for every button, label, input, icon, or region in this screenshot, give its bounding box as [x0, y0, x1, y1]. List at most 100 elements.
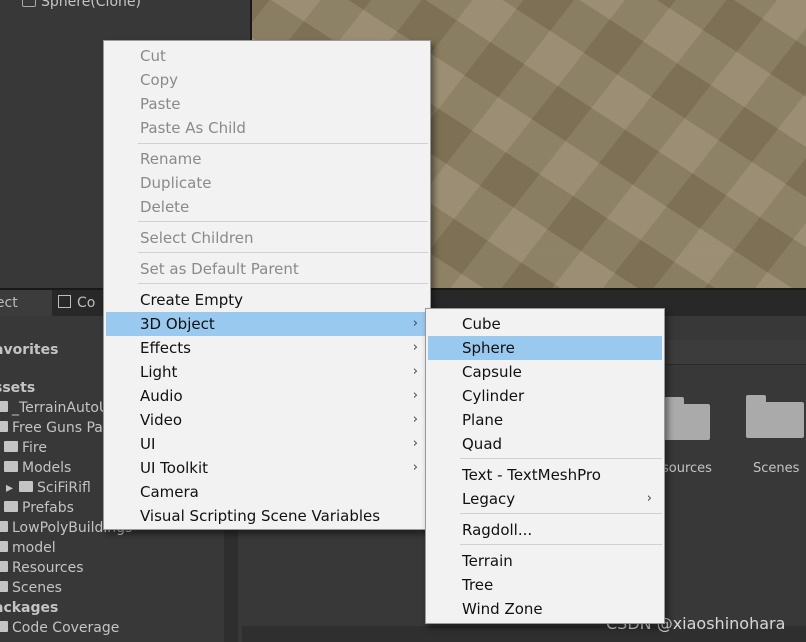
- menu-item-audio[interactable]: Audio ›: [106, 384, 428, 408]
- menu-item-ui-toolkit[interactable]: UI Toolkit ›: [106, 456, 428, 480]
- project-tree-item-label: Resources: [12, 560, 84, 576]
- project-tree-item[interactable]: Resources: [0, 560, 84, 576]
- asset-folder-label[interactable]: Scenes: [753, 461, 799, 476]
- menu-item-label: Plane: [462, 411, 504, 429]
- project-tree-item-label: _TerrainAutoU: [12, 400, 110, 416]
- folder-icon[interactable]: [664, 397, 710, 440]
- asset-folder-label[interactable]: sources: [662, 461, 712, 476]
- submenu-item-capsule[interactable]: Capsule: [428, 360, 662, 384]
- menu-separator: [138, 221, 428, 222]
- submenu-item-wind-zone[interactable]: Wind Zone: [428, 597, 662, 621]
- menu-item-copy[interactable]: Copy: [106, 68, 428, 92]
- menu-item-label: Video: [140, 411, 183, 429]
- menu-item-visual-scripting-scene-variables[interactable]: Visual Scripting Scene Variables: [106, 504, 428, 528]
- menu-item-effects[interactable]: Effects ›: [106, 336, 428, 360]
- menu-item-label: Wind Zone: [462, 600, 543, 618]
- menu-item-duplicate[interactable]: Duplicate: [106, 171, 428, 195]
- project-tree-item[interactable]: ssets: [0, 380, 35, 396]
- submenu-item-cube[interactable]: Cube: [428, 312, 662, 336]
- menu-item-label: Select Children: [140, 229, 254, 247]
- menu-item-label: Visual Scripting Scene Variables: [140, 507, 381, 525]
- menu-item-label: Cube: [462, 315, 501, 333]
- menu-item-label: Audio: [140, 387, 183, 405]
- project-tree-item[interactable]: Scenes: [0, 580, 62, 596]
- submenu-item-text-textmeshpro[interactable]: Text - TextMeshPro: [428, 463, 662, 487]
- folder-icon: [0, 421, 8, 432]
- project-tree-item-label: Scenes: [12, 580, 62, 596]
- menu-item-video[interactable]: Video ›: [106, 408, 428, 432]
- folder-icon[interactable]: [746, 395, 804, 438]
- gameobject-icon: [22, 0, 36, 7]
- menu-item-set-as-default-parent[interactable]: Set as Default Parent: [106, 257, 428, 281]
- tab-project[interactable]: ject: [0, 290, 52, 316]
- menu-item-label: Light: [140, 363, 178, 381]
- menu-item-label: Capsule: [462, 363, 522, 381]
- hierarchy-context-menu: Cut Copy Paste Paste As Child Rename Duplicat…: [103, 40, 431, 530]
- submenu-item-plane[interactable]: Plane: [428, 408, 662, 432]
- menu-item-ui[interactable]: UI ›: [106, 432, 428, 456]
- project-tree-item[interactable]: ▸ SciFiRifl: [6, 480, 91, 496]
- project-tree-item-label: ackages: [0, 600, 59, 616]
- menu-item-label: Create Empty: [140, 291, 243, 309]
- project-tree-item[interactable]: avorites: [0, 342, 58, 358]
- menu-item-label: Sphere: [462, 339, 515, 357]
- project-tree-item[interactable]: _TerrainAutoU: [0, 400, 109, 416]
- submenu-arrow-icon: ›: [412, 460, 418, 475]
- folder-icon: [0, 561, 8, 572]
- menu-item-paste-as-child[interactable]: Paste As Child: [106, 116, 428, 140]
- project-tree-item-label: avorites: [0, 342, 59, 358]
- menu-item-label: Rename: [140, 150, 202, 168]
- menu-item-label: Effects: [140, 339, 191, 357]
- menu-item-label: Ragdoll...: [462, 521, 533, 539]
- menu-item-label: Tree: [462, 576, 494, 594]
- project-tree-item-label: model: [12, 540, 56, 556]
- submenu-arrow-icon: ›: [646, 491, 652, 506]
- menu-separator: [138, 252, 428, 253]
- project-tree-item-label: Fire: [22, 440, 47, 456]
- menu-item-label: Paste As Child: [140, 119, 246, 137]
- project-tree-item[interactable]: Code Coverage: [0, 620, 119, 636]
- project-tree-item[interactable]: Models: [4, 460, 71, 476]
- folder-icon: [19, 481, 34, 492]
- project-tree-item[interactable]: Prefabs: [4, 500, 74, 516]
- submenu-item-tree[interactable]: Tree: [428, 573, 662, 597]
- menu-item-label: 3D Object: [140, 315, 215, 333]
- hierarchy-item[interactable]: Sphere(Clone): [22, 0, 141, 10]
- menu-item-select-children[interactable]: Select Children: [106, 226, 428, 250]
- menu-item-label: Cut: [140, 47, 166, 65]
- menu-item-label: Camera: [140, 483, 199, 501]
- menu-separator: [138, 143, 428, 144]
- submenu-item-quad[interactable]: Quad: [428, 432, 662, 456]
- menu-item-light[interactable]: Light ›: [106, 360, 428, 384]
- menu-item-create-empty[interactable]: Create Empty: [106, 288, 428, 312]
- project-tree-item[interactable]: Free Guns Pa: [0, 420, 103, 436]
- submenu-item-legacy[interactable]: Legacy ›: [428, 487, 662, 511]
- folder-icon: [0, 541, 8, 552]
- menu-item-label: Quad: [462, 435, 503, 453]
- console-icon: [58, 295, 71, 308]
- menu-item-delete[interactable]: Delete: [106, 195, 428, 219]
- menu-item-label: UI: [140, 435, 156, 453]
- project-tree-item-label: Models: [22, 460, 72, 476]
- tab-console[interactable]: Co: [58, 290, 95, 316]
- 3d-object-submenu: Cube Sphere Capsule Cylinder Plane Quad Text -…: [425, 308, 665, 624]
- menu-item-3d-object[interactable]: 3D Object ›: [106, 312, 428, 336]
- menu-item-label: Paste: [140, 95, 181, 113]
- menu-item-cut[interactable]: Cut: [106, 44, 428, 68]
- project-tree-item-label: SciFiRifl: [37, 480, 91, 496]
- submenu-item-cylinder[interactable]: Cylinder: [428, 384, 662, 408]
- menu-item-paste[interactable]: Paste: [106, 92, 428, 116]
- menu-item-camera[interactable]: Camera: [106, 480, 428, 504]
- expand-arrow-icon[interactable]: ▸: [6, 480, 13, 496]
- project-tree-item[interactable]: ackages: [0, 600, 58, 616]
- submenu-item-sphere[interactable]: Sphere: [428, 336, 662, 360]
- menu-item-rename[interactable]: Rename: [106, 147, 428, 171]
- project-tree-item-label: Code Coverage: [12, 620, 120, 636]
- submenu-item-terrain[interactable]: Terrain: [428, 549, 662, 573]
- menu-separator: [460, 458, 662, 459]
- submenu-arrow-icon: ›: [412, 316, 418, 331]
- submenu-item-ragdoll[interactable]: Ragdoll...: [428, 518, 662, 542]
- folder-icon: [0, 401, 8, 412]
- project-tree-item[interactable]: model: [0, 540, 56, 556]
- project-tree-item[interactable]: Fire: [4, 440, 47, 456]
